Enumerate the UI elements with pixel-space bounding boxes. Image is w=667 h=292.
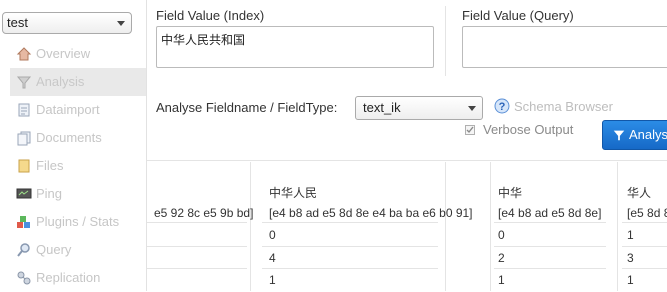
sidebar-item-overview[interactable]: Overview (10, 40, 146, 68)
fieldtype-label: Analyse Fieldname / FieldType: (156, 100, 338, 115)
verbose-output-checkbox[interactable] (465, 125, 475, 135)
checkmark-icon (466, 126, 474, 134)
sidebar-item-dataimport[interactable]: Dataimport (10, 96, 146, 124)
sidebar-item-label: Query (36, 242, 72, 257)
sidebar-item-analysis[interactable]: Analysis (10, 68, 146, 96)
verbose-output-label: Verbose Output (483, 122, 574, 137)
term-start: 0 (498, 228, 505, 242)
partial-bytes-cell: e5 92 8c e5 9b bd] (154, 206, 254, 220)
chevron-down-icon (468, 106, 476, 111)
term-position: 1 (498, 273, 505, 287)
sidebar-item-ping[interactable]: Ping (10, 180, 146, 208)
row-divider (262, 222, 438, 223)
results-divider (250, 162, 251, 291)
funnel-icon (613, 130, 625, 141)
row-divider (147, 246, 247, 247)
query-value-label: Field Value (Query) (462, 8, 574, 23)
row-divider (622, 246, 667, 247)
svg-text:?: ? (499, 101, 506, 113)
house-icon (16, 47, 32, 61)
row-divider (622, 268, 667, 269)
sidebar-item-label: Overview (36, 46, 91, 61)
term-bytes: [e5 8d 8 (627, 206, 667, 220)
sidebar-item-label: Ping (36, 186, 63, 201)
core-selector-value: test (7, 15, 28, 30)
magnifier-icon (17, 243, 30, 257)
document-icon (18, 103, 30, 117)
plugins-icon (17, 216, 30, 228)
term-end: 2 (498, 251, 505, 265)
analyse-values-label: Analyse Values (629, 127, 667, 142)
row-divider (262, 268, 438, 269)
sidebar-item-replication[interactable]: Replication (10, 264, 146, 292)
term-bytes: [e4 b8 ad e5 8d 8e e4 ba ba e6 b0 91] (269, 206, 473, 220)
row-divider (147, 222, 247, 223)
index-value-label: Field Value (Index) (156, 8, 265, 23)
sidebar-item-label: Dataimport (36, 102, 100, 117)
index-value-field[interactable]: 中华人民共和国 (156, 26, 434, 68)
term-end: 3 (627, 251, 634, 265)
results-divider (617, 162, 618, 291)
form-divider (445, 6, 446, 76)
term-end: 4 (269, 251, 276, 265)
funnel-icon (16, 76, 32, 89)
replication-icon (17, 271, 31, 285)
sidebar-item-query[interactable]: Query (10, 236, 146, 264)
term-text: 中华 (498, 186, 523, 200)
chevron-down-icon (117, 21, 125, 26)
term-text: 中华人民 (269, 186, 318, 200)
analyse-values-button[interactable]: Analyse Values (602, 120, 667, 150)
term-start: 0 (269, 228, 276, 242)
folder-icon (18, 159, 30, 173)
row-divider (147, 268, 247, 269)
row-divider (494, 246, 606, 247)
term-bytes: [e4 b8 ad e5 8d 8e] (498, 206, 602, 220)
section-divider (147, 160, 667, 161)
schema-browser-link[interactable]: Schema Browser (514, 99, 613, 114)
monitor-icon (16, 188, 32, 199)
fieldtype-select-value: text_ik (363, 100, 401, 115)
row-divider (494, 222, 606, 223)
results-divider (490, 162, 491, 291)
sidebar-item-files[interactable]: Files (10, 152, 146, 180)
sidebar-item-label: Analysis (36, 74, 85, 89)
row-divider (622, 222, 667, 223)
term-text: 华人 (627, 186, 652, 200)
sidebar-item-plugins-stats[interactable]: Plugins / Stats (10, 208, 146, 236)
row-divider (262, 246, 438, 247)
results-divider (445, 162, 446, 291)
fieldtype-select[interactable]: text_ik (355, 96, 483, 120)
sidebar-item-label: Replication (36, 270, 101, 285)
term-position: 1 (269, 273, 276, 287)
sidebar-item-label: Documents (36, 130, 102, 145)
row-divider (494, 268, 606, 269)
sidebar: test Overview Analysis Dataimport Docume… (0, 0, 147, 291)
documents-icon (17, 131, 31, 146)
term-start: 1 (627, 228, 634, 242)
sidebar-item-label: Files (36, 158, 64, 173)
core-selector[interactable]: test (2, 12, 132, 34)
help-icon[interactable]: ? (494, 98, 510, 114)
query-value-field[interactable] (462, 26, 667, 68)
sidebar-item-label: Plugins / Stats (36, 214, 120, 229)
term-position: 1 (627, 273, 634, 287)
sidebar-item-documents[interactable]: Documents (10, 124, 146, 152)
